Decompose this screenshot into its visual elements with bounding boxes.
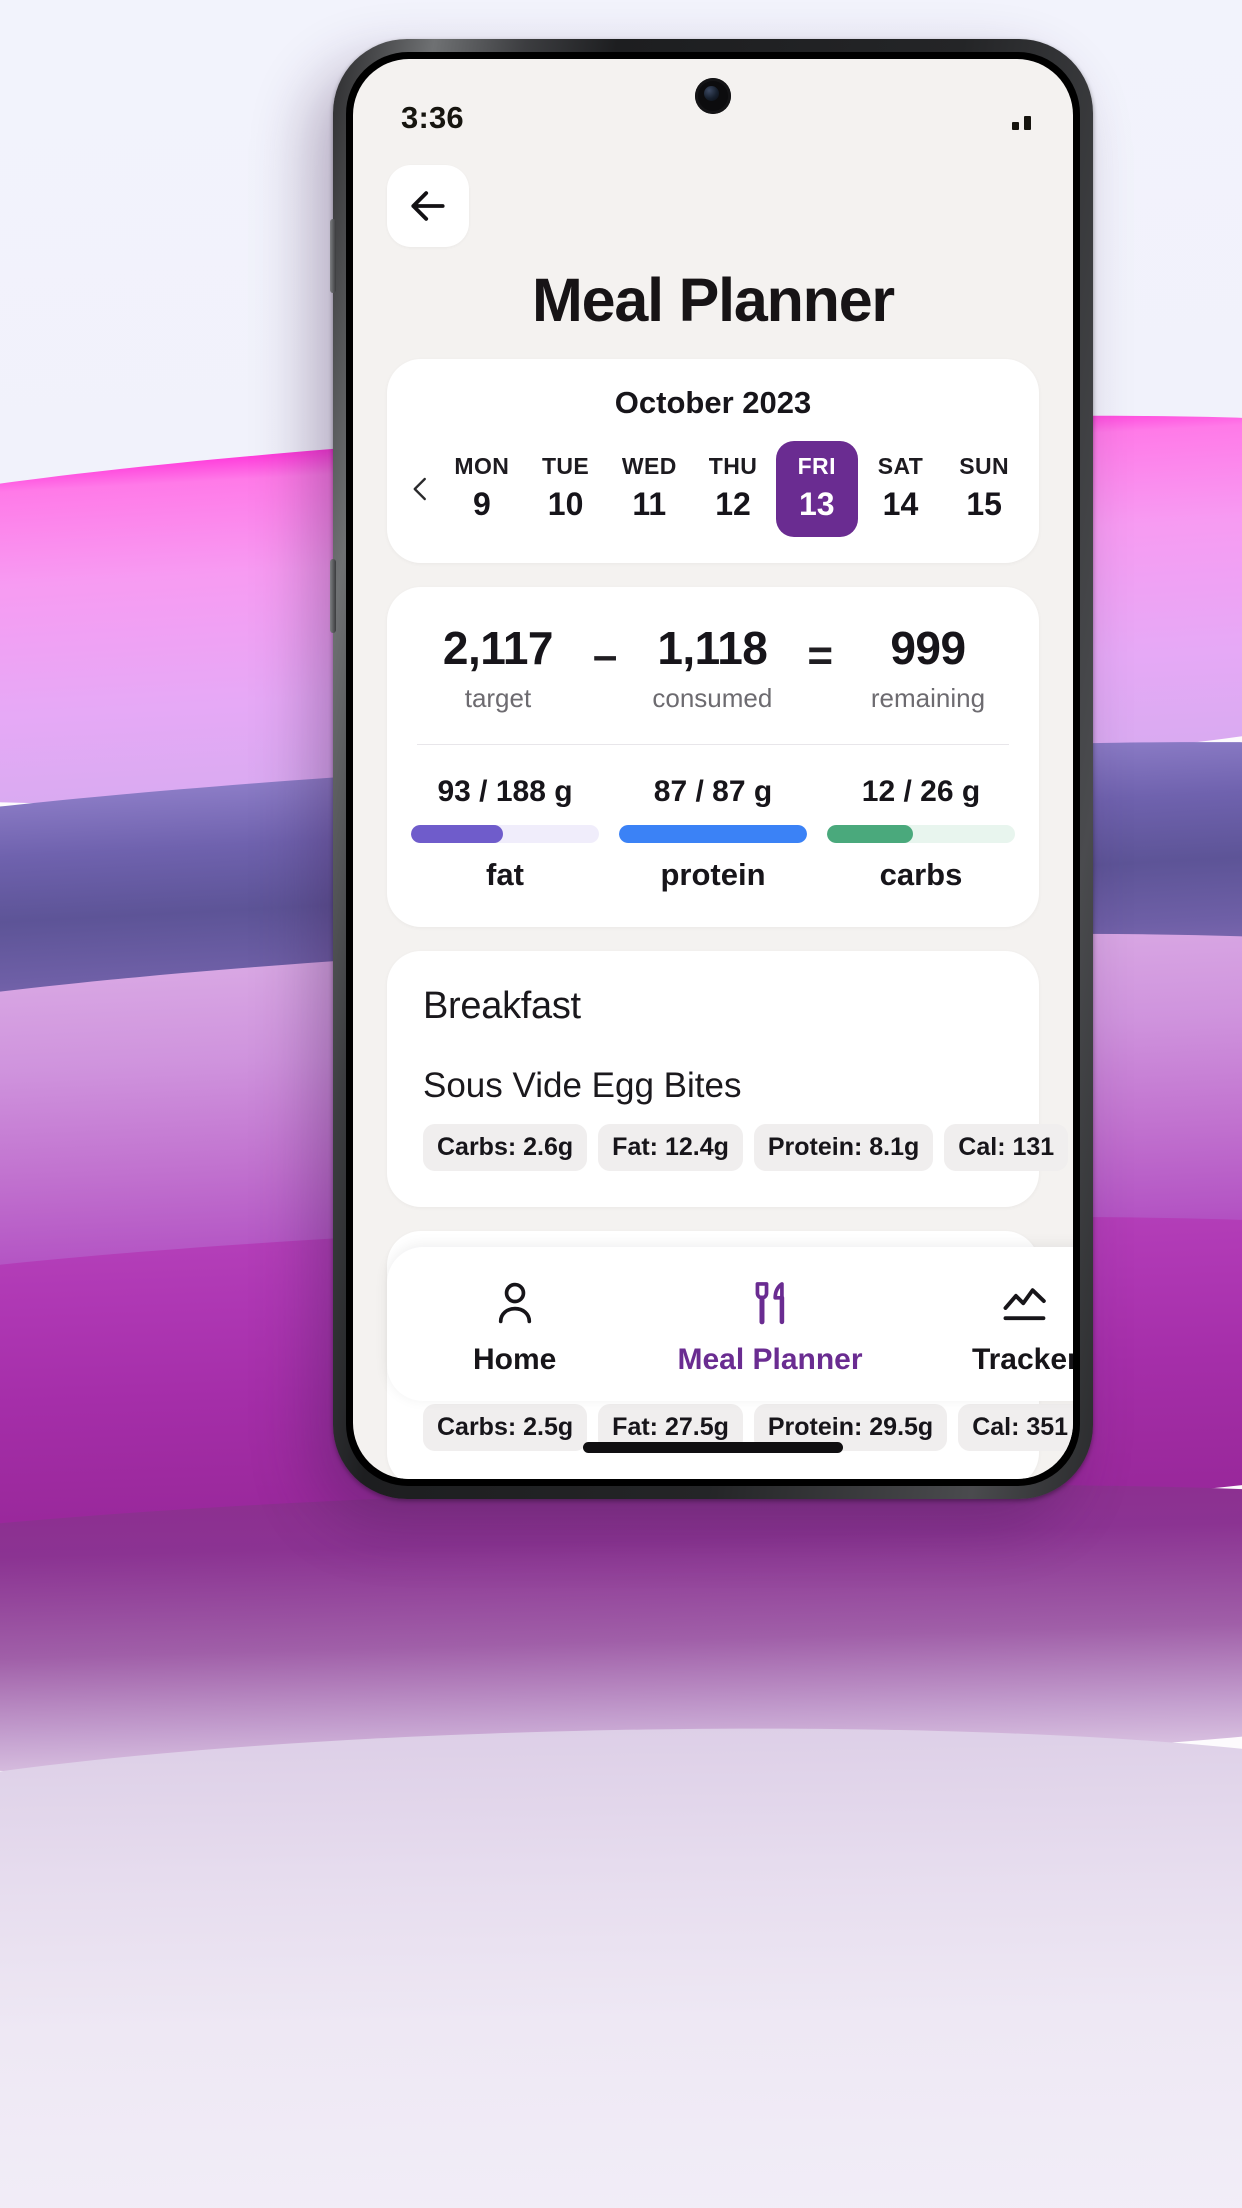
- volume-up-button[interactable]: [330, 219, 336, 293]
- calendar-day[interactable]: TUE 10: [525, 441, 607, 537]
- nav-label: Meal Planner: [677, 1343, 863, 1376]
- calendar-card: October 2023 MON 9 TUE 10 WED 11 THU 12 …: [387, 359, 1039, 563]
- calorie-consumed: 1,118 consumed: [637, 621, 787, 714]
- nav-label: Tracker: [971, 1343, 1073, 1376]
- chip-protein: Protein: 8.1g: [753, 1124, 934, 1171]
- macro-progress-track: [619, 825, 807, 843]
- calendar-day-dow: THU: [708, 453, 758, 479]
- macro-progress-track: [827, 825, 1015, 843]
- home-indicator[interactable]: [583, 1442, 843, 1453]
- macro-progress-fill: [619, 825, 807, 843]
- meal-item-name: Sous Vide Egg Bites: [423, 1066, 742, 1105]
- calendar-day-dow: WED: [621, 453, 677, 479]
- nav-item-home[interactable]: Home: [387, 1273, 642, 1377]
- calorie-summary-card: 2,117 target – 1,118 consumed = 999 rema…: [387, 587, 1039, 927]
- back-button[interactable]: [387, 165, 469, 247]
- arrow-left-icon: [411, 191, 445, 221]
- calorie-consumed-value: 1,118: [657, 622, 768, 674]
- macro-label: carbs: [879, 857, 963, 892]
- calendar-day[interactable]: SAT 14: [860, 441, 942, 537]
- calendar-day-number: 15: [966, 486, 1002, 522]
- macro-label: fat: [486, 857, 524, 892]
- macro-protein: 87 / 87 g protein: [609, 775, 817, 893]
- bottom-navigation: Home Meal Planner Tracker: [387, 1247, 1073, 1401]
- calorie-equation: 2,117 target – 1,118 consumed = 999 rema…: [387, 621, 1039, 714]
- nav-label: Home: [472, 1343, 557, 1376]
- calendar-week-strip[interactable]: MON 9 TUE 10 WED 11 THU 12 FRI 13 SAT 14…: [387, 441, 1039, 537]
- power-button[interactable]: [330, 559, 336, 633]
- chip-carbs: Carbs: 2.5g: [423, 1404, 588, 1451]
- calendar-day-number: 12: [715, 486, 751, 522]
- calendar-day[interactable]: WED 11: [608, 441, 690, 537]
- minus-operator: –: [592, 631, 618, 680]
- calendar-day-dow: FRI: [797, 453, 836, 479]
- macro-value: 12 / 26 g: [861, 775, 981, 808]
- phone-screen: 3:36 Meal Planner October 2023 MON 9 TUE…: [353, 59, 1073, 1479]
- calendar-day-dow: MON: [454, 453, 510, 479]
- signal-bars-icon: [1012, 106, 1031, 130]
- chip-fat: Fat: 12.4g: [598, 1124, 743, 1171]
- phone-device: 3:36 Meal Planner October 2023 MON 9 TUE…: [330, 39, 1093, 1499]
- calendar-day[interactable]: MON 9: [441, 441, 523, 537]
- macro-label: protein: [660, 857, 766, 892]
- chip-calories: Cal: 131: [944, 1124, 1069, 1171]
- page-title: Meal Planner: [532, 266, 895, 334]
- wallpaper-band: [0, 1713, 1242, 2208]
- calorie-target-value: 2,117: [442, 622, 554, 674]
- calorie-remaining: 999 remaining: [853, 621, 1003, 714]
- nutrition-chips: Carbs: 2.6g Fat: 12.4g Protein: 8.1g Cal…: [423, 1124, 1069, 1171]
- calorie-remaining-value: 999: [890, 622, 966, 674]
- calendar-day-number: 10: [547, 486, 584, 522]
- person-icon: [387, 1273, 642, 1333]
- calendar-prev-button[interactable]: [401, 474, 441, 504]
- calorie-target: 2,117 target: [423, 621, 573, 714]
- equals-operator: =: [807, 631, 834, 680]
- calendar-day-dow: TUE: [541, 453, 590, 479]
- calendar-day-selected[interactable]: FRI 13: [775, 441, 858, 537]
- calorie-remaining-label: remaining: [870, 683, 986, 713]
- macro-carbs: 12 / 26 g carbs: [817, 775, 1025, 893]
- macro-value: 93 / 188 g: [437, 775, 573, 808]
- calendar-day[interactable]: SUN 15: [943, 441, 1025, 537]
- calendar-day-number: 9: [472, 486, 491, 522]
- calendar-day[interactable]: THU 12: [692, 441, 774, 537]
- nav-item-tracker[interactable]: Tracker: [898, 1273, 1073, 1377]
- macro-value: 87 / 87 g: [653, 775, 773, 808]
- calendar-day-number: 13: [798, 486, 835, 522]
- macro-bars: 93 / 188 g fat 87 / 87 g protein 12 / 26…: [387, 745, 1039, 927]
- app-header: Meal Planner: [353, 149, 1073, 335]
- macro-fat: 93 / 188 g fat: [401, 775, 609, 893]
- nav-item-meal-planner[interactable]: Meal Planner: [642, 1273, 897, 1377]
- meal-card-breakfast[interactable]: Breakfast Sous Vide Egg Bites Carbs: 2.6…: [387, 951, 1069, 1207]
- meal-title: Breakfast: [423, 985, 581, 1027]
- calendar-day-number: 14: [882, 486, 919, 522]
- calorie-target-label: target: [464, 683, 532, 713]
- chevron-left-icon: [413, 477, 426, 501]
- chip-calories: Cal: 351: [958, 1404, 1073, 1451]
- calorie-consumed-label: consumed: [652, 683, 773, 713]
- macro-progress-track: [411, 825, 599, 843]
- status-time: 3:36: [401, 100, 464, 135]
- macro-progress-fill: [827, 825, 914, 843]
- calendar-day-number: 11: [632, 486, 667, 522]
- front-camera-icon: [695, 78, 731, 114]
- line-chart-icon: [898, 1273, 1073, 1333]
- macro-progress-fill: [411, 825, 504, 843]
- calendar-day-dow: SUN: [959, 453, 1010, 479]
- calendar-day-dow: SAT: [877, 453, 924, 479]
- phone-bezel: 3:36 Meal Planner October 2023 MON 9 TUE…: [346, 52, 1080, 1486]
- calendar-month-label: October 2023: [614, 385, 812, 420]
- chip-carbs: Carbs: 2.6g: [423, 1124, 588, 1171]
- fork-knife-icon: [642, 1273, 897, 1333]
